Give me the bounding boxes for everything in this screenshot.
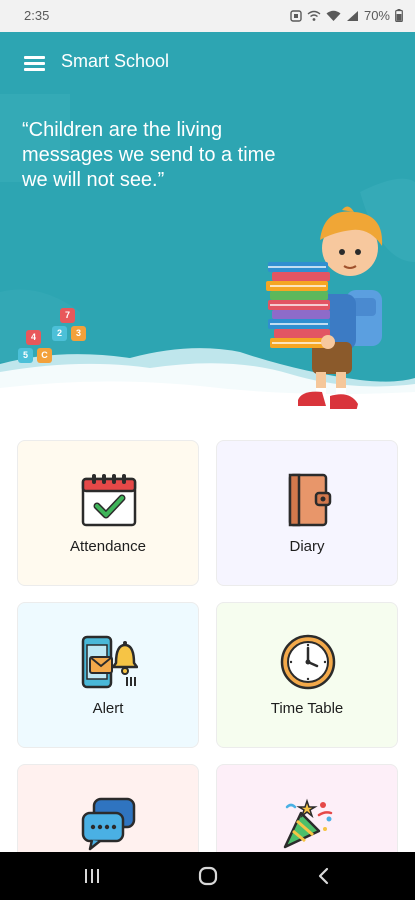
status-time: 2:35 <box>24 8 50 23</box>
diary-card[interactable]: Diary <box>216 440 398 586</box>
app-title: Smart School <box>61 51 170 71</box>
clock-icon <box>280 634 336 690</box>
cube-4: 4 <box>26 330 41 345</box>
attendance-card[interactable]: Attendance <box>17 440 199 586</box>
status-icons: 70% <box>290 8 403 23</box>
battery-icon <box>395 9 403 22</box>
cube-5: 5 <box>18 348 33 363</box>
phone-bell-icon <box>81 635 138 689</box>
nfc-icon <box>290 9 302 22</box>
time-table-card[interactable]: Time Table <box>216 602 398 748</box>
app-screen: 2:35 70% Smart School “Children are the … <box>0 0 415 900</box>
boy-with-books-illustration <box>266 206 383 413</box>
attendance-label: Attendance <box>70 538 146 555</box>
back-button[interactable] <box>288 852 358 900</box>
wifi-calling-icon <box>307 10 321 21</box>
battery-percent: 70% <box>363 8 390 23</box>
recent-apps-icon <box>85 869 99 883</box>
home-icon <box>198 866 218 886</box>
signal-icon <box>346 10 358 21</box>
diary-icon <box>288 473 332 527</box>
recent-apps-button[interactable] <box>57 852 127 900</box>
calendar-check-icon <box>81 474 137 527</box>
cube-3: 3 <box>71 326 86 341</box>
cube-7: 7 <box>60 308 75 323</box>
time-table-label: Time Table <box>270 700 344 717</box>
back-icon <box>318 867 329 885</box>
system-navigation-bar <box>0 852 415 900</box>
party-popper-icon <box>283 798 333 849</box>
wifi-icon <box>326 10 341 21</box>
number-cubes-illustration: 7 4 2 3 5 C <box>16 306 96 368</box>
hamburger-menu-icon[interactable] <box>24 56 46 72</box>
alert-card[interactable]: Alert <box>17 602 199 748</box>
chat-bubbles-icon <box>81 797 136 851</box>
diary-label: Diary <box>289 538 325 555</box>
cube-2: 2 <box>52 326 67 341</box>
cube-c: C <box>37 348 52 363</box>
home-button[interactable] <box>173 852 243 900</box>
hero-quote: “Children are the living messages we sen… <box>22 119 276 191</box>
hero-banner: Smart School “Children are the living me… <box>0 32 415 422</box>
status-bar: 2:35 70% <box>0 0 415 32</box>
alert-label: Alert <box>92 700 124 717</box>
